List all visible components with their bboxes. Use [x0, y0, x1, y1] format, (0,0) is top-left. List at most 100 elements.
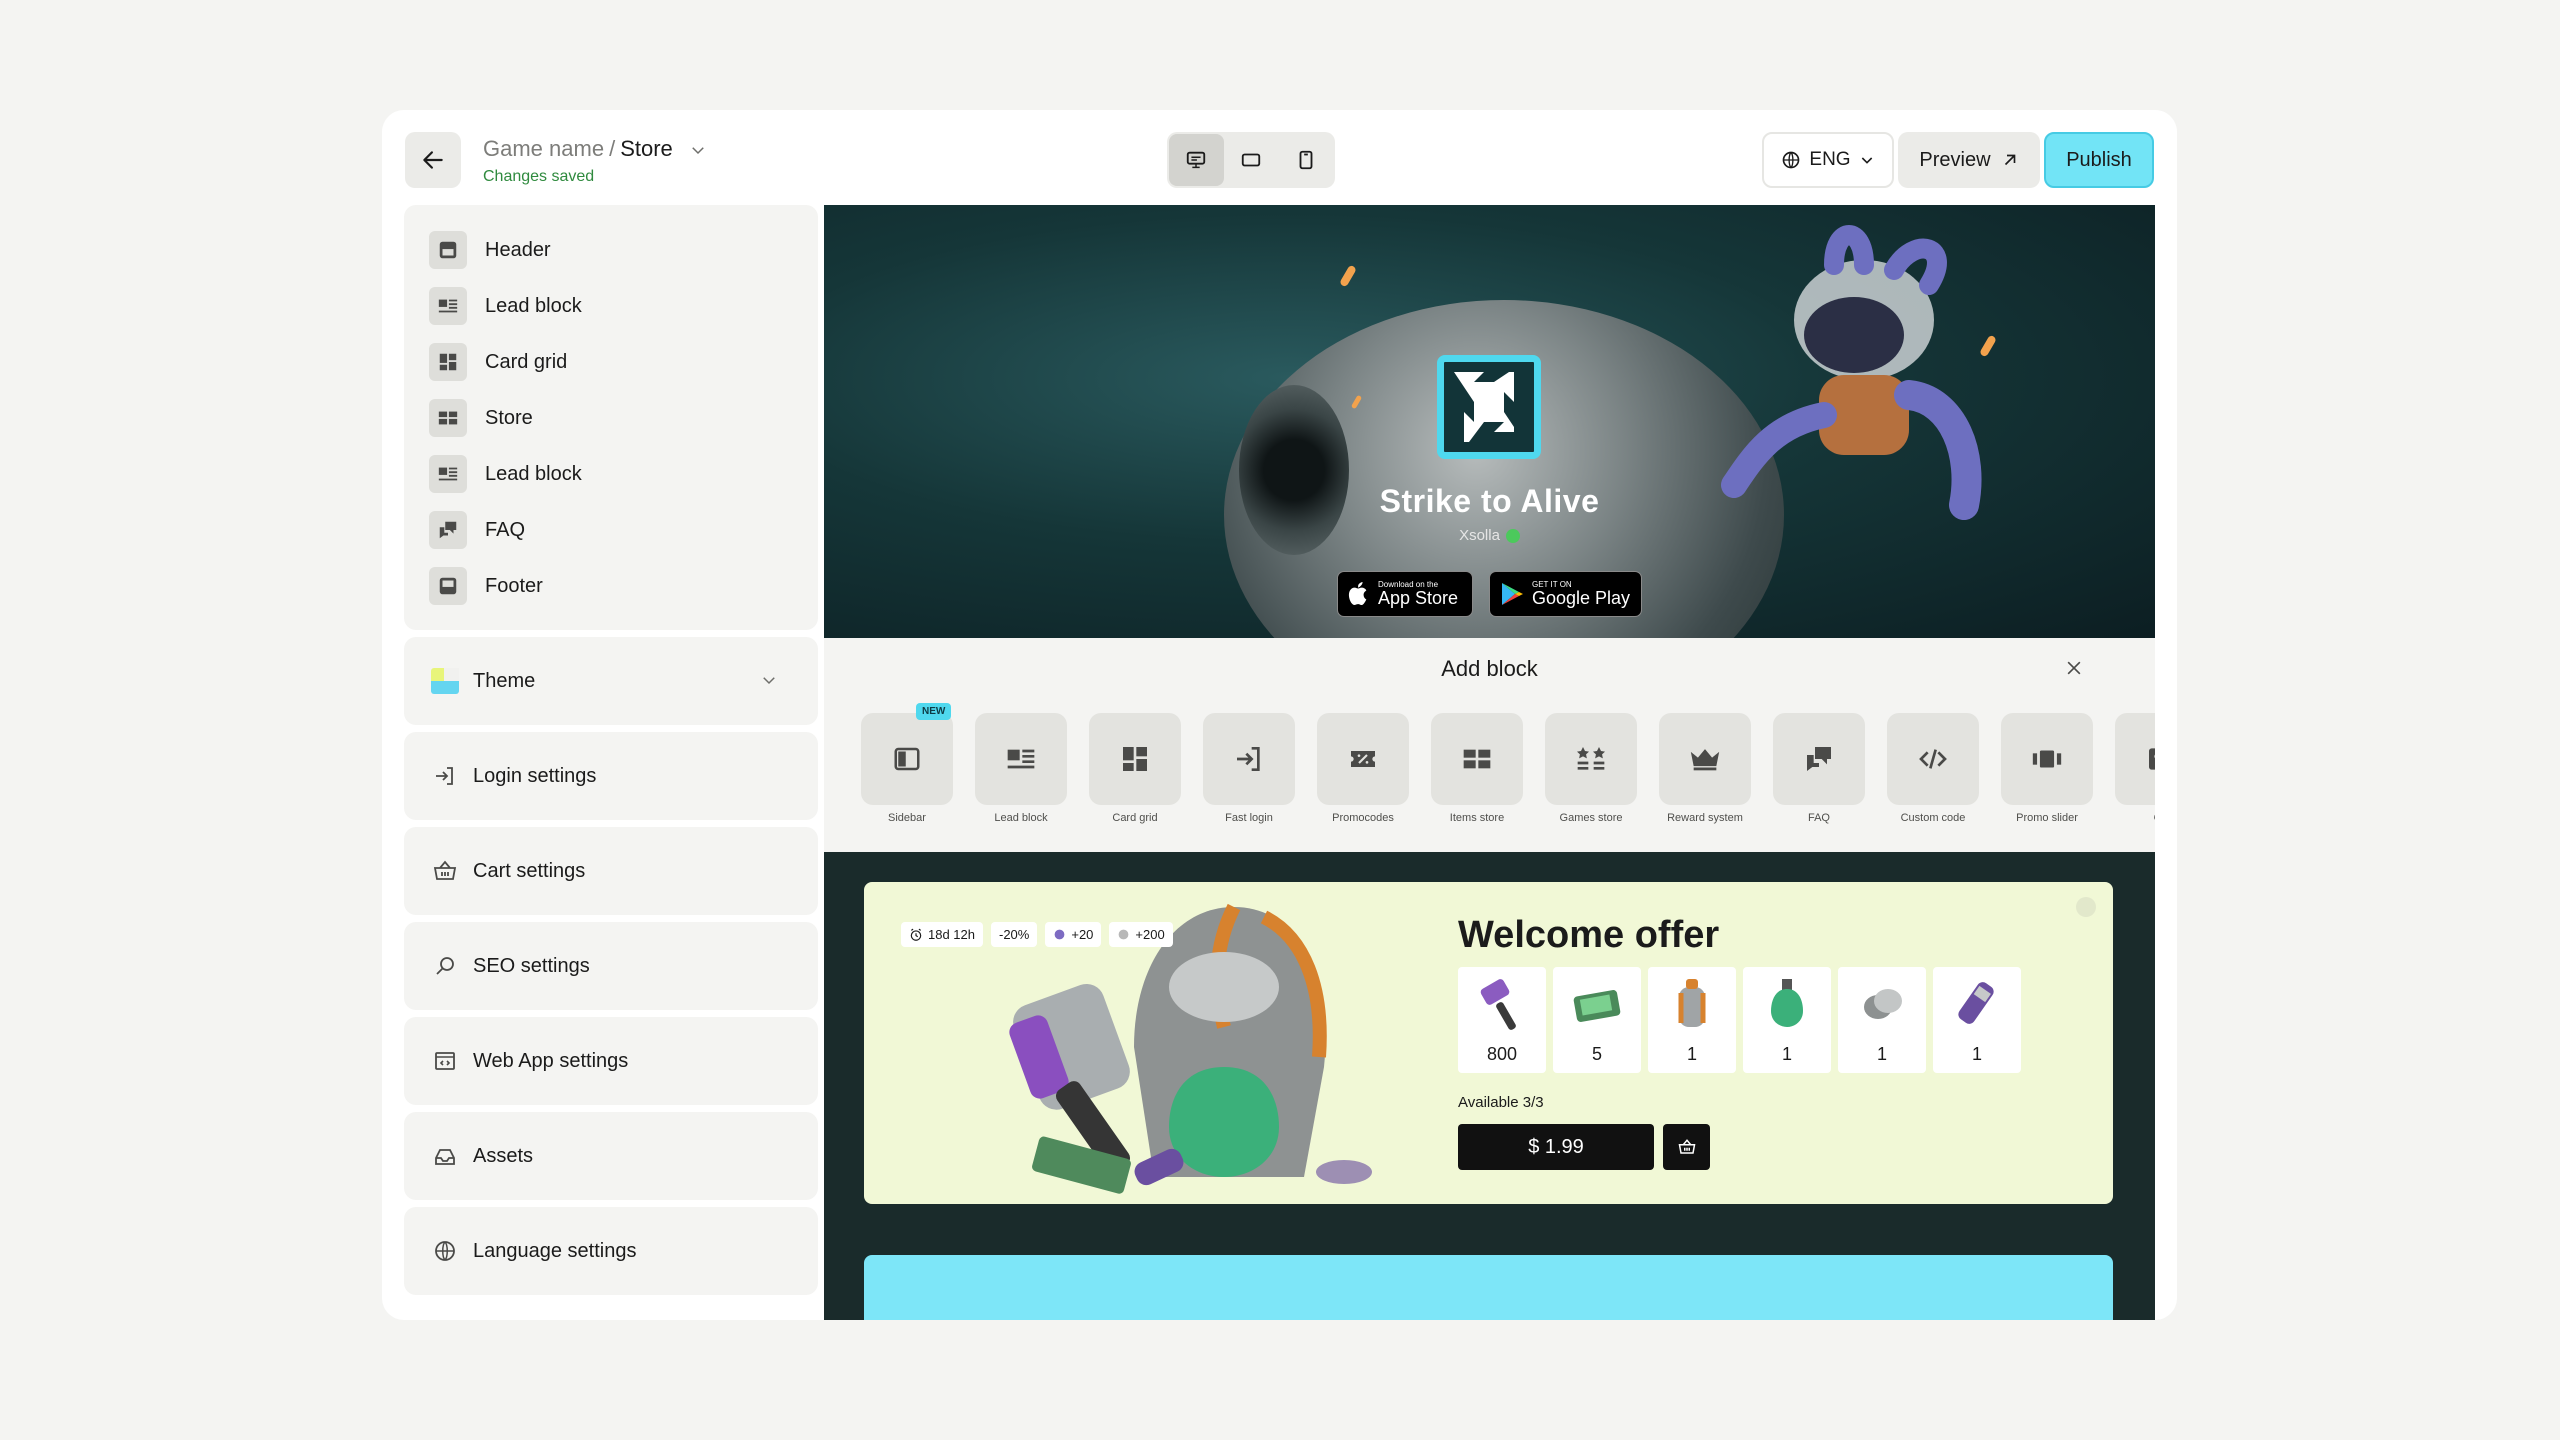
- timer-tag: 18d 12h: [901, 922, 983, 947]
- block-item-header[interactable]: Header: [404, 222, 818, 278]
- offer-tags: 18d 12h -20% +20 +200: [901, 922, 1173, 947]
- item-quantity: 1: [1971, 1044, 1982, 1064]
- desktop-view-button[interactable]: [1169, 134, 1224, 186]
- web-app-settings-item[interactable]: Web App settings: [404, 1017, 818, 1105]
- back-button[interactable]: [405, 132, 461, 188]
- welcome-offer-block[interactable]: 18d 12h -20% +20 +200 Welcome offer 800: [864, 882, 2113, 1204]
- hero-header-block[interactable]: Strike to Alive Xsolla Download on the A…: [824, 205, 2155, 638]
- language-label: ENG: [1809, 149, 1851, 170]
- tile-card-grid[interactable]: Card grid: [1089, 713, 1181, 824]
- offer-item-battery[interactable]: 1: [1933, 967, 2021, 1073]
- chevron-down-icon[interactable]: [760, 671, 778, 689]
- tile-label: Games store: [1559, 812, 1623, 824]
- tile-fast-login[interactable]: Fast login: [1203, 713, 1295, 824]
- tile-faq[interactable]: FAQ: [1773, 713, 1865, 824]
- coin-icon: [1119, 929, 1129, 940]
- lead-block-icon: [429, 287, 467, 325]
- tile-lead-block[interactable]: Lead block: [975, 713, 1067, 824]
- offer-title: Welcome offer: [1458, 914, 1720, 956]
- cart-settings-item[interactable]: Cart settings: [404, 827, 818, 915]
- inbox-icon: [431, 1142, 459, 1170]
- publish-button[interactable]: Publish: [2044, 132, 2154, 188]
- basket-icon: [431, 857, 459, 885]
- block-item-label: Header: [485, 238, 551, 261]
- footer-icon: [429, 567, 467, 605]
- tile-items-store[interactable]: Items store: [1431, 713, 1523, 824]
- publisher-line: Xsolla: [824, 527, 2155, 544]
- tablet-view-button[interactable]: [1224, 134, 1279, 186]
- breadcrumb[interactable]: Game name / Store: [483, 136, 707, 162]
- language-selector[interactable]: ENG: [1762, 132, 1894, 188]
- block-tiles-row: NEW Sidebar Lead block Card grid Fast lo…: [861, 703, 2155, 824]
- offer-item-card[interactable]: 5: [1553, 967, 1641, 1073]
- breadcrumb-page[interactable]: Store: [620, 136, 673, 161]
- chevron-down-icon[interactable]: [689, 141, 707, 159]
- currency-bonus-value: +20: [1071, 927, 1094, 942]
- block-item-store[interactable]: Store: [404, 390, 818, 446]
- tile-label: FAQ: [1807, 812, 1830, 824]
- block-item-lead-block[interactable]: Lead block: [404, 278, 818, 334]
- currency-bonus-tag: +20: [1045, 922, 1102, 947]
- stars-icon: [1577, 747, 1605, 770]
- add-block-panel: Add block NEW Sidebar Lead block Card gr…: [824, 638, 2155, 852]
- phone-icon: [1299, 150, 1313, 170]
- offer-item-hammer[interactable]: 800: [1458, 967, 1546, 1073]
- language-settings-item[interactable]: Language settings: [404, 1207, 818, 1295]
- store-icon: [1463, 749, 1491, 769]
- offer-item-potion[interactable]: 1: [1743, 967, 1831, 1073]
- block-item-faq[interactable]: FAQ: [404, 502, 818, 558]
- tile-promo-slider[interactable]: Promo slider: [2001, 713, 2093, 824]
- assets-item[interactable]: Assets: [404, 1112, 818, 1200]
- seo-settings-item[interactable]: SEO settings: [404, 922, 818, 1010]
- tile-box: [1773, 713, 1865, 805]
- google-play-badge[interactable]: GET IT ON Google Play: [1489, 571, 1642, 617]
- close-icon[interactable]: [2064, 658, 2084, 678]
- next-block-preview[interactable]: [864, 1255, 2113, 1320]
- tile-gallery-partial[interactable]: Ga: [2115, 713, 2155, 824]
- login-icon: [1237, 747, 1260, 771]
- chevron-down-icon: [1861, 157, 1872, 164]
- availability-text: Available 3/3: [1458, 1094, 1544, 1111]
- tablet-landscape-icon: [1241, 153, 1261, 167]
- spark-decoration: [1339, 264, 1357, 288]
- tile-label: Reward system: [1667, 812, 1743, 824]
- page-preview-canvas[interactable]: Strike to Alive Xsolla Download on the A…: [824, 205, 2155, 1320]
- timer-value: 18d 12h: [928, 927, 975, 942]
- block-item-label: Card grid: [485, 350, 568, 373]
- block-item-lead-block-2[interactable]: Lead block: [404, 446, 818, 502]
- top-bar: Game name / Store Changes saved ENG Previe…: [382, 110, 2177, 205]
- login-settings-item[interactable]: Login settings: [404, 732, 818, 820]
- tile-custom-code[interactable]: Custom code: [1887, 713, 1979, 824]
- preview-button[interactable]: Preview: [1898, 132, 2040, 188]
- battery-icon: [1958, 982, 1994, 1024]
- code-window-icon: [431, 1047, 459, 1075]
- info-icon[interactable]: [2076, 897, 2096, 917]
- offer-item-coins[interactable]: 1: [1838, 967, 1926, 1073]
- coin-bonus-tag: +200: [1109, 922, 1173, 947]
- tile-box: [1659, 713, 1751, 805]
- block-item-footer[interactable]: Footer: [404, 558, 818, 614]
- google-play-title: Google Play: [1532, 588, 1631, 608]
- mobile-view-button[interactable]: [1278, 134, 1333, 186]
- save-status: Changes saved: [483, 168, 595, 185]
- tile-games-store[interactable]: Games store: [1545, 713, 1637, 824]
- alarm-clock-icon: [910, 928, 922, 941]
- store-icon: [429, 399, 467, 437]
- app-store-badge[interactable]: Download on the App Store: [1337, 571, 1473, 617]
- block-item-label: Lead block: [485, 462, 582, 485]
- item-quantity: 1: [1876, 1044, 1887, 1064]
- theme-section[interactable]: Theme: [404, 637, 818, 725]
- tile-sidebar[interactable]: NEW Sidebar: [861, 703, 953, 824]
- offer-item-backpack[interactable]: 1: [1648, 967, 1736, 1073]
- coins-icon: [1864, 989, 1902, 1019]
- add-to-cart-button[interactable]: [1663, 1124, 1710, 1170]
- discount-value: -20%: [999, 927, 1030, 942]
- offer-items: 800 5 1 1 1 1: [1458, 967, 2021, 1073]
- buy-price-button[interactable]: $ 1.99: [1458, 1124, 1654, 1170]
- breadcrumb-game-name[interactable]: Game name: [483, 136, 604, 161]
- gallery-icon: [2149, 748, 2155, 770]
- tile-promocodes[interactable]: Promocodes: [1317, 713, 1409, 824]
- tile-box: [2001, 713, 2093, 805]
- block-item-card-grid[interactable]: Card grid: [404, 334, 818, 390]
- tile-reward-system[interactable]: Reward system: [1659, 713, 1751, 824]
